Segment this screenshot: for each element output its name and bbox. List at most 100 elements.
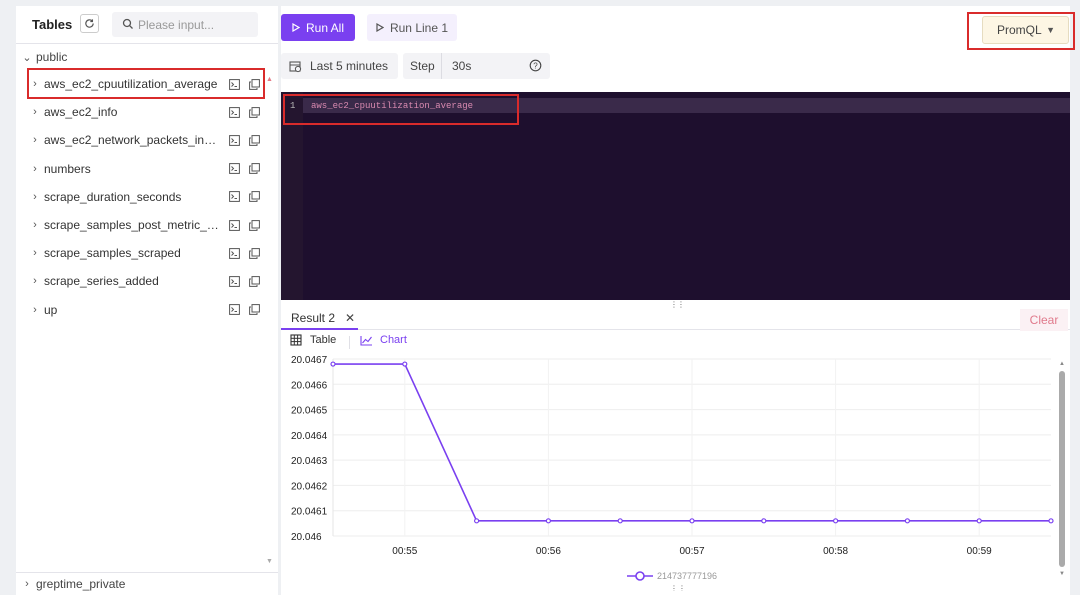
language-select[interactable]: PromQL ▼	[982, 16, 1069, 44]
copy-icon[interactable]	[248, 106, 260, 118]
query-table-icon[interactable]	[228, 247, 240, 259]
table-name: scrape_samples_scraped	[44, 246, 181, 261]
copy-icon[interactable]	[248, 247, 260, 259]
resize-handle[interactable]: ⋮⋮	[670, 584, 686, 591]
chevron-right-icon: ›	[25, 578, 29, 590]
line-chart: 20.0467 20.0466 20.0465 20.0464 20.0463 20.04…	[291, 355, 1054, 591]
help-icon[interactable]: ?	[529, 59, 542, 72]
y-tick-label: 20.0465	[291, 406, 328, 417]
database-label: greptime_private	[36, 577, 126, 591]
y-tick-label: 20.046	[291, 532, 322, 543]
x-tick-label: 00:56	[536, 546, 561, 557]
y-tick-label: 20.0466	[291, 380, 328, 391]
language-value: PromQL	[997, 23, 1042, 37]
query-table-icon[interactable]	[228, 163, 240, 175]
run-line-button[interactable]: Run Line 1	[367, 14, 457, 41]
legend-marker	[635, 571, 645, 581]
table-item[interactable]: › scrape_samples_scraped	[28, 240, 264, 266]
step-field[interactable]: Step 30s ?	[403, 53, 550, 79]
data-point[interactable]	[402, 361, 408, 367]
chevron-right-icon: ›	[33, 134, 37, 147]
legend-label[interactable]: 214737777196	[657, 571, 717, 581]
table-item[interactable]: › up	[28, 297, 264, 323]
chevron-right-icon: ›	[33, 219, 37, 231]
table-name: up	[44, 302, 58, 317]
play-icon	[376, 23, 384, 32]
table-item[interactable]: › scrape_series_added	[28, 268, 264, 294]
sidebar-title: Tables	[32, 17, 73, 32]
scroll-up-arrow[interactable]: ▲	[266, 76, 273, 83]
table-item[interactable]: › aws_ec2_info	[28, 99, 264, 125]
refresh-button[interactable]	[80, 14, 99, 33]
tab-result-2[interactable]: Result 2 ✕	[281, 308, 358, 330]
data-point[interactable]	[976, 518, 982, 524]
database-greptime-private[interactable]: › greptime_private	[20, 574, 270, 594]
data-point[interactable]	[904, 518, 911, 524]
step-value[interactable]: 30s	[452, 59, 471, 73]
view-toggle-divider	[349, 336, 350, 349]
table-view-toggle[interactable]: Table	[290, 334, 336, 346]
query-table-icon[interactable]	[228, 275, 240, 287]
chart-view-toggle[interactable]: Chart	[360, 334, 407, 346]
table-highlight-box	[27, 68, 265, 99]
y-tick-label: 20.0463	[291, 456, 328, 467]
line-chart-icon	[360, 335, 372, 346]
code-editor[interactable]: 1 aws_ec2_cpuutilization_average	[281, 92, 1070, 300]
data-point[interactable]	[330, 361, 336, 367]
table-item[interactable]: › numbers	[28, 156, 264, 182]
scroll-down-arrow[interactable]: ▼	[1059, 571, 1065, 577]
data-point[interactable]	[761, 518, 767, 524]
query-table-icon[interactable]	[228, 106, 240, 118]
y-tick-label: 20.0461	[291, 507, 328, 518]
database-public[interactable]: ⌄ public	[20, 47, 270, 67]
query-table-icon[interactable]	[228, 134, 240, 146]
x-tick-label: 00:58	[823, 546, 848, 557]
table-search[interactable]	[112, 12, 258, 37]
search-input[interactable]	[138, 15, 253, 34]
chevron-down-icon: ⌄	[22, 51, 32, 64]
database-label: public	[36, 50, 68, 64]
result-tab-label: Result 2	[291, 311, 336, 325]
app-window: Tables ⌄ public ▲ ▼ › greptime_private ›…	[0, 0, 1080, 595]
copy-icon[interactable]	[248, 134, 260, 146]
scrollbar-thumb[interactable]	[1059, 371, 1065, 567]
results-scrollbar[interactable]: ▲ ▼	[1059, 361, 1065, 577]
table-item[interactable]: › aws_ec2_network_packets_in_average	[28, 127, 264, 153]
y-tick-label: 20.0464	[291, 431, 328, 442]
table-icon	[290, 334, 302, 346]
query-table-icon[interactable]	[228, 191, 240, 203]
run-line-label: Run Line 1	[389, 20, 449, 35]
time-range-select[interactable]: Last 5 minutes	[281, 53, 398, 79]
result-tabs: Result 2 ✕ Clear	[281, 308, 1070, 331]
copy-icon[interactable]	[248, 304, 260, 316]
query-table-icon[interactable]	[228, 219, 240, 231]
table-item[interactable]: › scrape_samples_post_metric_relabeling	[28, 212, 264, 238]
table-item[interactable]: › scrape_duration_seconds	[28, 184, 264, 210]
scroll-down-arrow[interactable]: ▼	[266, 558, 273, 565]
copy-icon[interactable]	[248, 191, 260, 203]
data-point[interactable]	[474, 518, 480, 524]
sidebar-header: Tables	[16, 6, 278, 44]
copy-icon[interactable]	[248, 219, 260, 231]
close-icon[interactable]: ✕	[345, 311, 355, 325]
table-name: numbers	[44, 161, 91, 176]
scroll-up-arrow[interactable]: ▲	[1059, 361, 1065, 367]
chevron-right-icon: ›	[33, 275, 37, 288]
data-point[interactable]	[617, 518, 623, 524]
private-database-section: › greptime_private	[16, 572, 278, 595]
data-point[interactable]	[689, 518, 695, 524]
table-name: scrape_series_added	[44, 274, 159, 289]
y-tick-label: 20.0467	[291, 355, 328, 366]
copy-icon[interactable]	[248, 163, 260, 175]
run-all-button[interactable]: Run All	[281, 14, 355, 41]
chart-view-label: Chart	[380, 334, 407, 346]
query-highlight-box	[283, 94, 519, 125]
chevron-right-icon: ›	[33, 303, 37, 316]
copy-icon[interactable]	[248, 275, 260, 287]
query-table-icon[interactable]	[228, 304, 240, 316]
clear-button[interactable]: Clear	[1020, 309, 1068, 331]
data-point[interactable]	[545, 518, 551, 524]
data-point[interactable]	[832, 518, 839, 524]
data-point[interactable]	[1048, 518, 1054, 524]
query-panel: Run All Run Line 1 PromQL ▼ Last 5 minut…	[281, 6, 1075, 595]
